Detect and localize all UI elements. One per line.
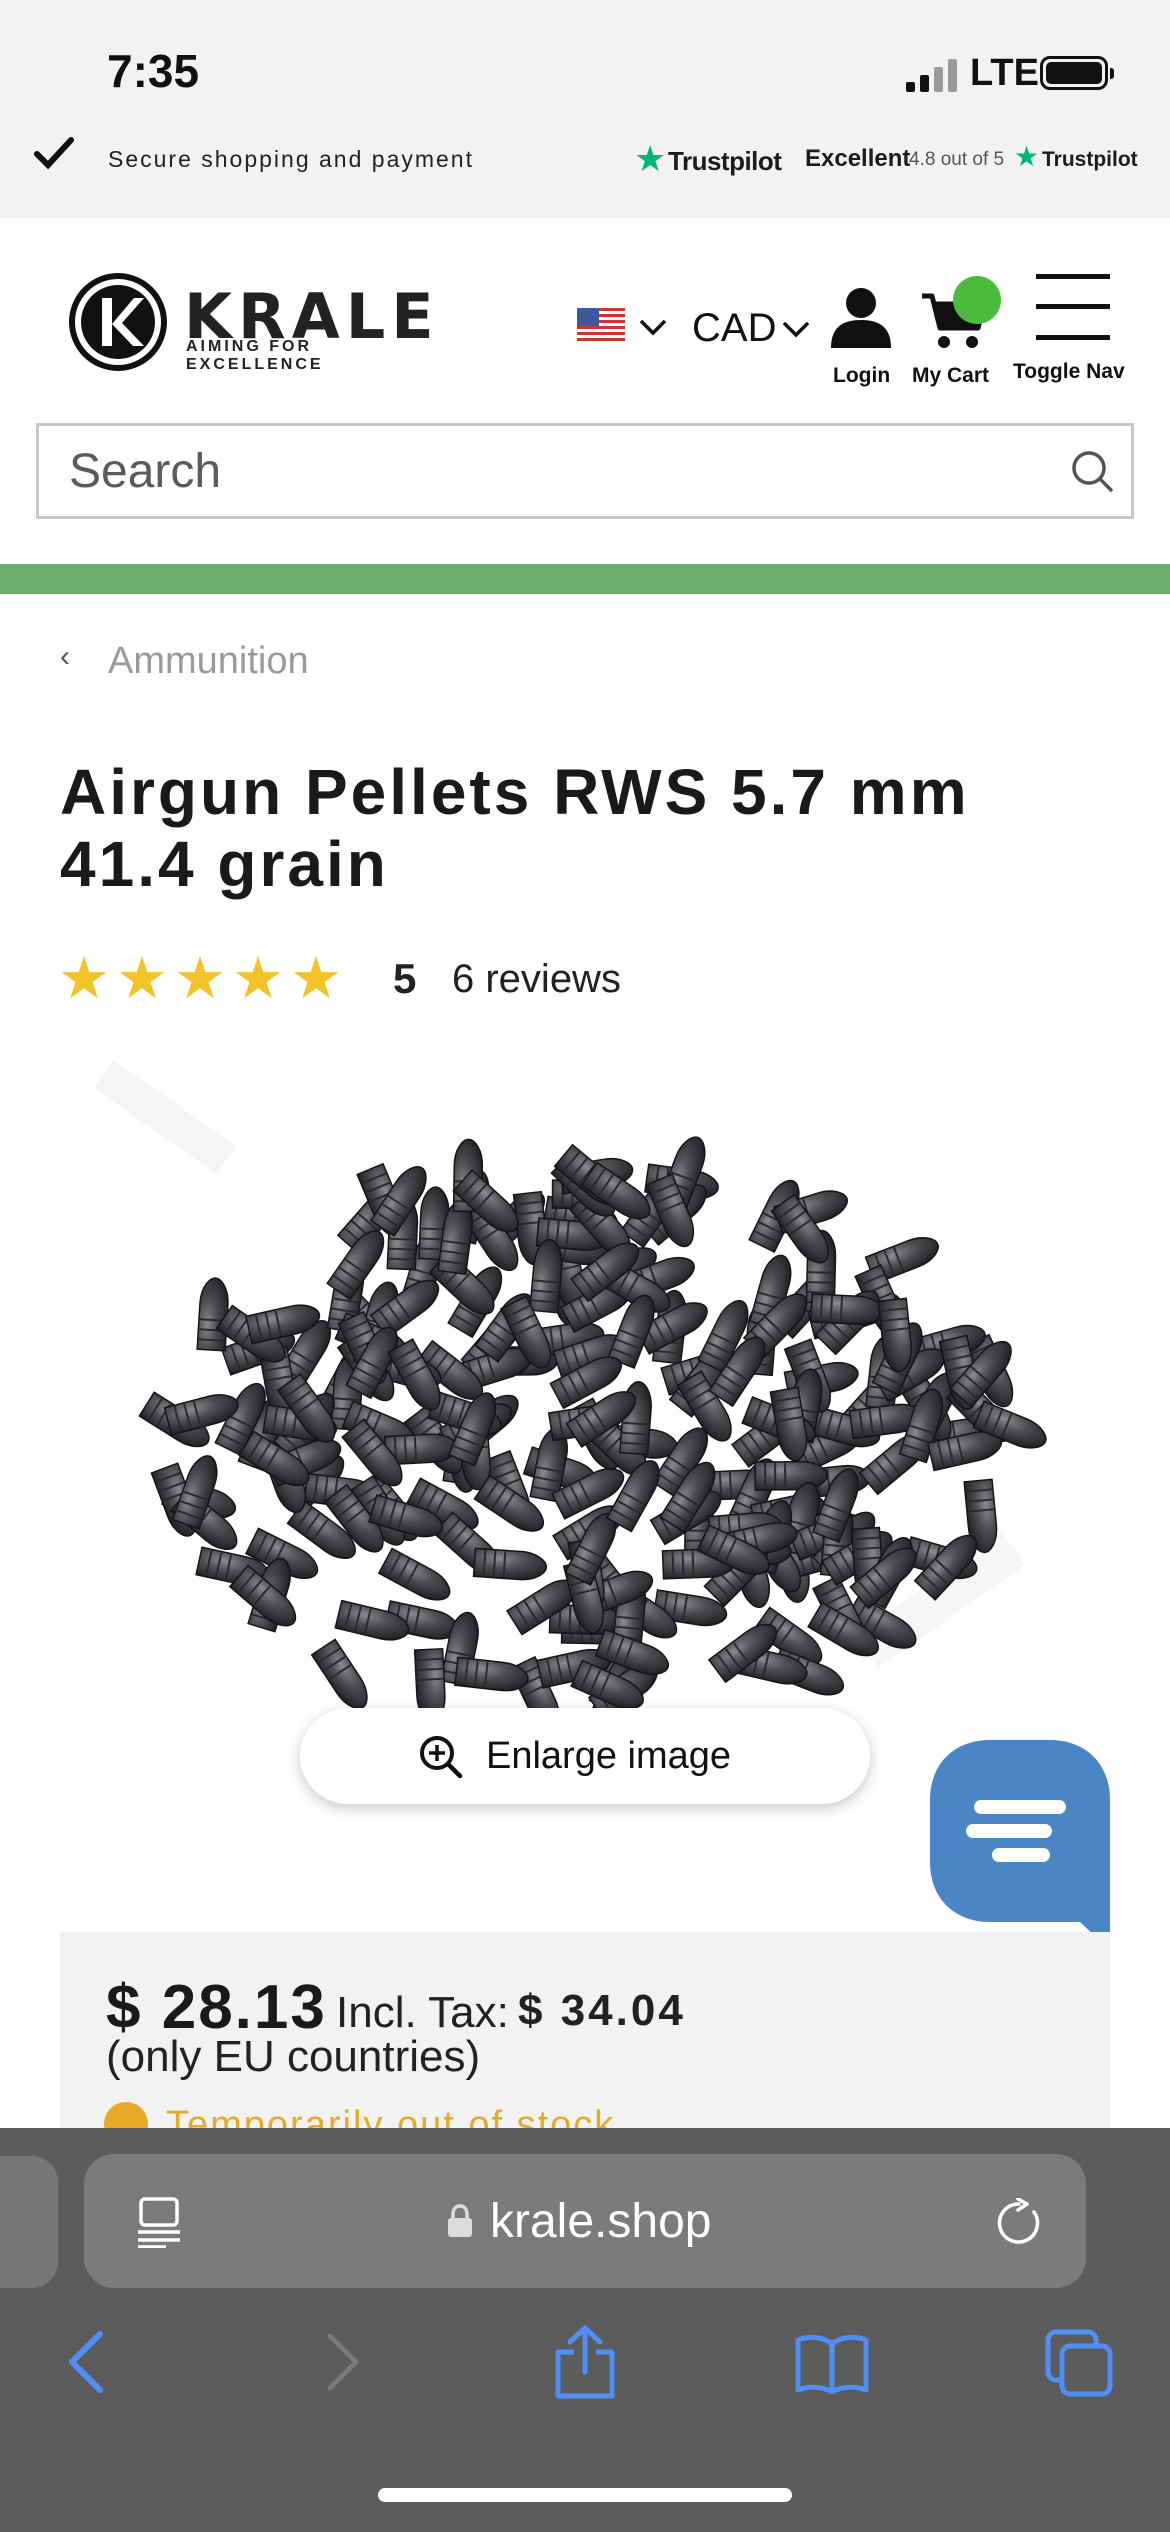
cellular-signal-icon — [906, 58, 960, 92]
pellet — [472, 1547, 548, 1581]
lock-icon — [448, 2204, 472, 2237]
hamburger-menu-icon[interactable] — [1036, 272, 1110, 342]
rating-stars: ★★★★★ — [58, 946, 348, 1011]
product-image[interactable] — [80, 1060, 1090, 1800]
logo-tagline: AIMING FOR EXCELLENCE — [186, 338, 324, 373]
reload-icon[interactable] — [994, 2198, 1044, 2248]
home-indicator — [378, 2488, 792, 2502]
krale-emblem-icon — [69, 273, 167, 371]
trustpilot-rating-word: Excellent — [805, 145, 911, 172]
toggle-nav-label[interactable]: Toggle Nav — [1013, 360, 1125, 384]
pellet — [377, 1547, 451, 1601]
reviews-link[interactable]: 6 reviews — [452, 957, 621, 1002]
pellet — [310, 1638, 368, 1710]
secure-shopping-text: Secure shopping and payment — [108, 146, 474, 172]
search-icon[interactable] — [1069, 448, 1115, 494]
us-flag-icon[interactable] — [577, 308, 625, 344]
chat-widget-icon[interactable] — [930, 1740, 1110, 1950]
url-text[interactable]: krale.shop — [490, 2194, 711, 2249]
enlarge-image-label: Enlarge image — [486, 1735, 732, 1777]
browser-toolbar: krale.shop — [0, 2128, 1170, 2532]
product-title: Airgun Pellets RWS 5.7 mm 41.4 grain — [60, 756, 970, 900]
status-time: 7:35 — [107, 45, 200, 97]
eu-note: (only EU countries) — [106, 2032, 481, 2081]
zoom-in-icon — [420, 1736, 463, 1779]
previous-tab-preview[interactable] — [0, 2156, 58, 2288]
trustpilot-logo[interactable]: Trustpilot — [668, 146, 782, 177]
currency-selector[interactable]: CAD — [692, 306, 776, 351]
pellet — [454, 1656, 529, 1692]
network-type: LTE — [970, 52, 1039, 94]
chevron-down-icon[interactable] — [781, 318, 811, 340]
enlarge-image-button[interactable]: Enlarge image — [300, 1708, 870, 1804]
cart-badge — [953, 276, 1001, 324]
bookmarks-icon[interactable] — [794, 2334, 870, 2394]
login-label[interactable]: Login — [833, 364, 890, 388]
reader-view-icon[interactable] — [136, 2196, 182, 2248]
price-box: $ 28.13 Incl. Tax: $ 34.04 (only EU coun… — [60, 1932, 1110, 2146]
krale-logo[interactable]: KRALE AIMING FOR EXCELLENCE — [68, 272, 448, 373]
tabs-icon[interactable] — [1044, 2328, 1114, 2398]
rating-value: 5 — [393, 955, 417, 1002]
accent-band — [0, 564, 1170, 594]
cart-label[interactable]: My Cart — [912, 364, 989, 388]
trustpilot-score: 4.8 out of 5 — [909, 149, 1005, 170]
breadcrumb-link[interactable]: Ammunition — [108, 640, 309, 683]
search-bar — [36, 423, 1134, 519]
trustpilot-star-icon: ★ — [634, 138, 667, 179]
breadcrumb-back-chevron[interactable]: ‹ — [60, 640, 70, 674]
trustpilot-logo-small[interactable]: Trustpilot — [1042, 148, 1138, 172]
pellet — [754, 1460, 828, 1491]
incl-tax-label: Incl. Tax: — [336, 1988, 509, 2037]
battery-icon — [1040, 56, 1114, 90]
checkmark-icon — [34, 137, 74, 170]
incl-tax-value: $ 34.04 — [518, 1986, 686, 2035]
chevron-down-icon[interactable] — [638, 316, 668, 338]
back-icon[interactable] — [66, 2330, 106, 2394]
search-input[interactable] — [39, 426, 999, 516]
top-zone: 7:35 LTE Secure shopping and payment ★ T… — [0, 0, 1170, 218]
user-icon[interactable] — [830, 286, 892, 350]
pellet — [196, 1277, 229, 1352]
address-bar[interactable]: krale.shop — [84, 2154, 1086, 2288]
share-icon[interactable] — [552, 2324, 618, 2400]
trustpilot-star-small-icon: ★ — [1014, 141, 1040, 172]
forward-icon[interactable] — [322, 2332, 362, 2392]
pellet-pile — [138, 1136, 1047, 1730]
